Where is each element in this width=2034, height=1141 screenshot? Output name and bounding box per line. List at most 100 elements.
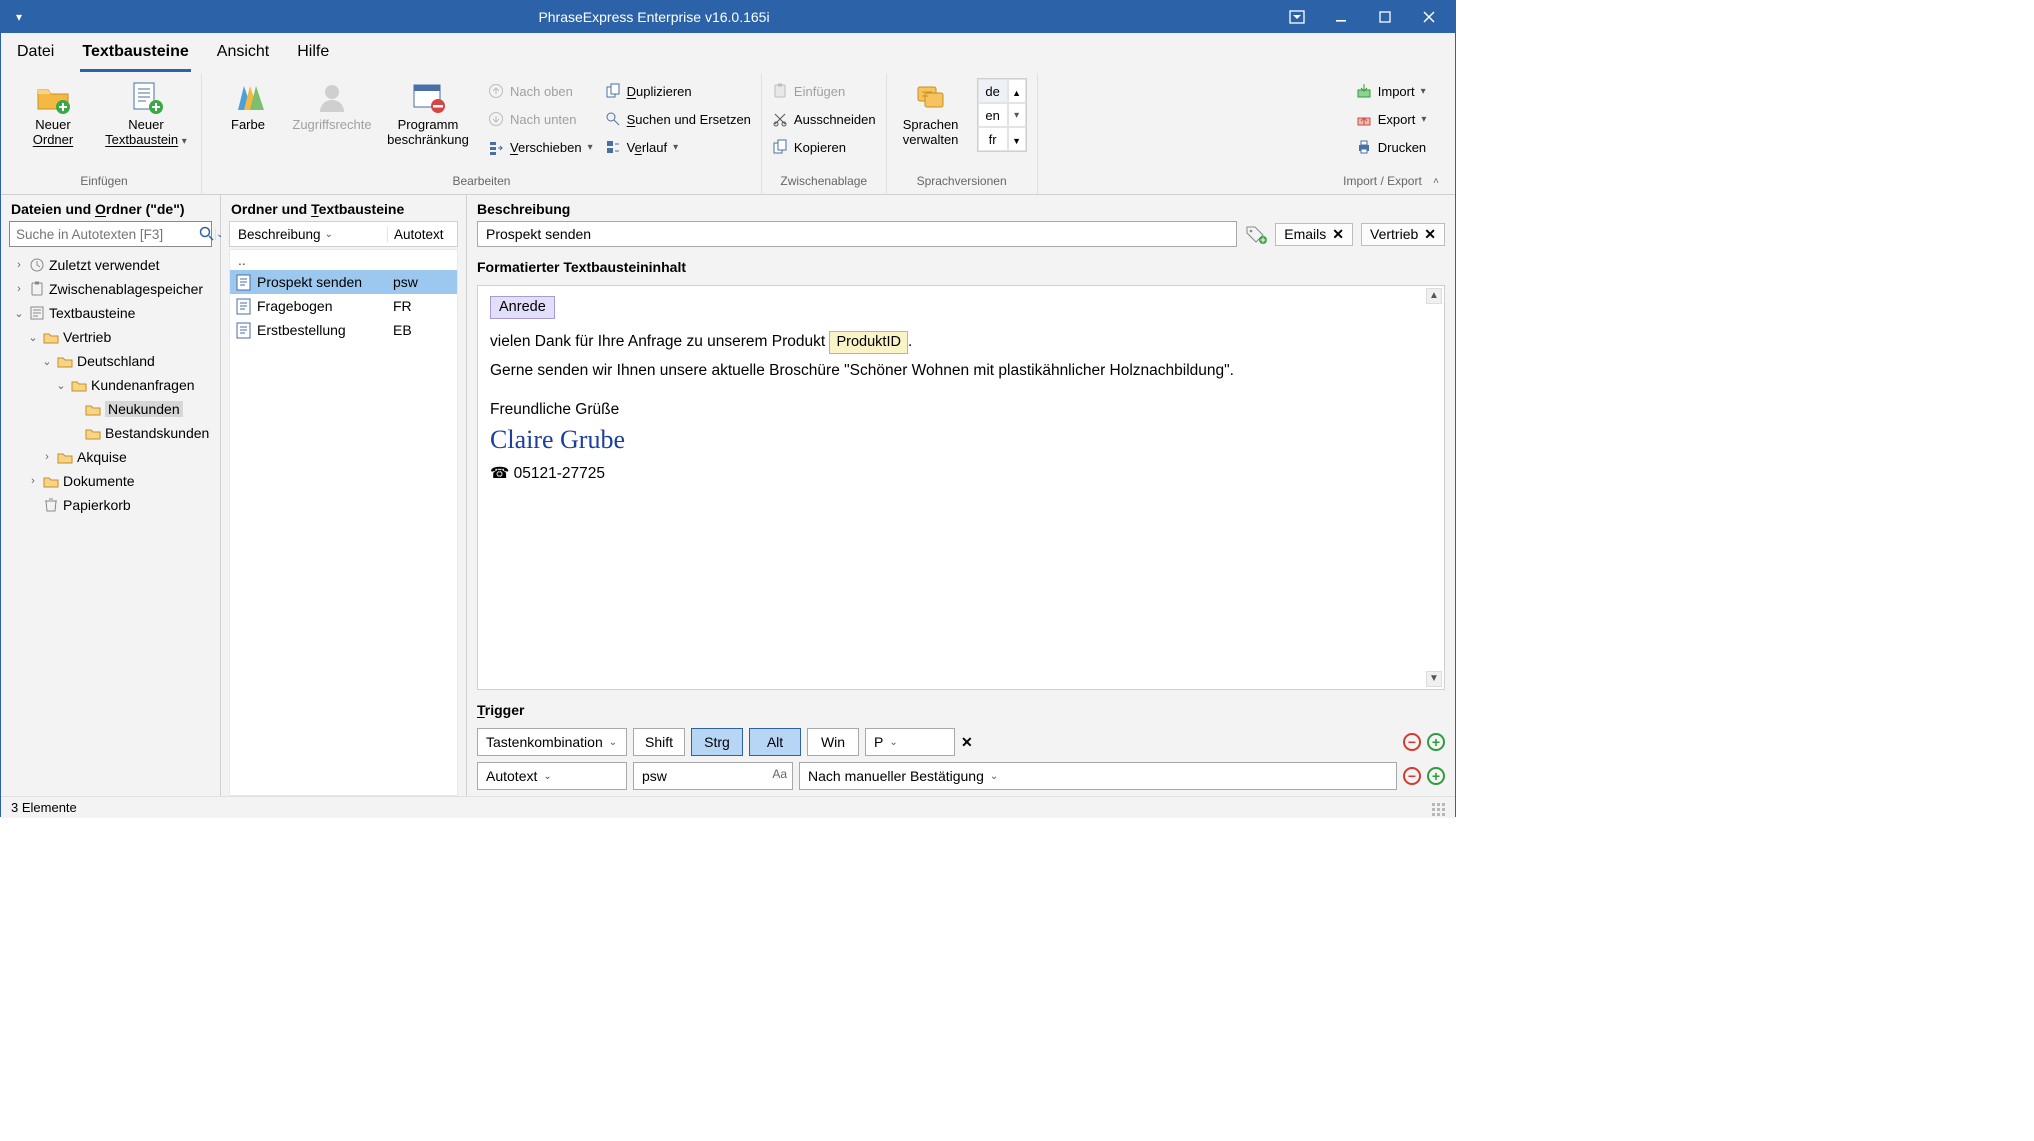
list-row-1[interactable]: Fragebogen FR xyxy=(230,294,457,318)
import-button[interactable]: Import ▾ xyxy=(1356,80,1427,102)
list-up[interactable]: .. xyxy=(230,250,457,270)
program-restriction-button[interactable]: Programmbeschränkung xyxy=(380,78,476,150)
history-button[interactable]: Verlauf ▾ xyxy=(605,136,751,158)
copy-button[interactable]: Kopieren xyxy=(772,136,876,158)
status-text: 3 Elemente xyxy=(11,800,77,815)
tree-vertrieb[interactable]: ⌄Vertrieb xyxy=(5,325,216,349)
trigger-type-combo[interactable]: Tastenkombination⌄ xyxy=(477,728,627,756)
duplicate-button[interactable]: Duplizieren xyxy=(605,80,751,102)
list-header: Beschreibung⌄ Autotext xyxy=(229,221,458,247)
case-icon[interactable]: Aa xyxy=(772,767,787,781)
access-rights-button[interactable]: Zugriffsrechte xyxy=(296,78,368,135)
cut-button[interactable]: Ausschneiden xyxy=(772,108,876,130)
manage-languages-button[interactable]: Sprachenverwalten xyxy=(897,78,965,150)
export-button[interactable]: Export ▾ xyxy=(1356,108,1427,130)
maximize-button[interactable] xyxy=(1363,1,1407,33)
left-header: Dateien und Ordner ("de") xyxy=(1,195,220,221)
language-selector: de en▾ fr xyxy=(977,78,1027,152)
tree-neukunden[interactable]: Neukunden xyxy=(5,397,216,421)
list-col-autotext[interactable]: Autotext xyxy=(387,227,457,242)
autotext-mode-combo[interactable]: Nach manueller Bestätigung⌄ xyxy=(799,762,1397,790)
hotkey-clear[interactable]: ✕ xyxy=(961,734,973,751)
hotkey-remove[interactable]: − xyxy=(1403,733,1421,751)
tree-dokumente[interactable]: ›Dokumente xyxy=(5,469,216,493)
lang-en[interactable]: en xyxy=(978,103,1008,127)
title-bar: ▾ PhraseExpress Enterprise v16.0.165i xyxy=(1,1,1455,33)
tab-datei[interactable]: Datei xyxy=(15,39,56,72)
tree-recent[interactable]: ›Zuletzt verwendet xyxy=(5,253,216,277)
compact-ribbon-button[interactable] xyxy=(1275,1,1319,33)
tree-bestandskunden[interactable]: Bestandskunden xyxy=(5,421,216,445)
lang-dn[interactable] xyxy=(1008,127,1026,151)
status-bar: 3 Elemente xyxy=(1,796,1455,818)
list-row-0[interactable]: Prospekt senden psw xyxy=(230,270,457,294)
main-area: Dateien und Ordner ("de") ⌄ ›Zuletzt ver… xyxy=(1,195,1455,796)
list-col-desc[interactable]: Beschreibung⌄ xyxy=(230,227,387,242)
key-letter-combo[interactable]: P⌄ xyxy=(865,728,955,756)
tag-vertrieb[interactable]: Vertrieb✕ xyxy=(1361,223,1445,246)
lang-de[interactable]: de xyxy=(978,79,1008,103)
phrase-list: .. Prospekt senden psw Fragebogen FR Ers… xyxy=(229,249,458,796)
desc-header: Beschreibung xyxy=(467,195,1455,221)
tab-hilfe[interactable]: Hilfe xyxy=(295,39,331,72)
tab-ansicht[interactable]: Ansicht xyxy=(215,39,271,72)
lang-dd[interactable]: ▾ xyxy=(1008,103,1026,127)
tree-textbausteine[interactable]: ⌄Textbausteine xyxy=(5,301,216,325)
editor-scroll-down[interactable]: ▼ xyxy=(1426,671,1442,687)
group-label-einfuegen: Einfügen xyxy=(80,172,127,192)
autotext-remove[interactable]: − xyxy=(1403,767,1421,785)
search-input[interactable] xyxy=(10,227,199,242)
paste-button[interactable]: Einfügen xyxy=(772,80,876,102)
search-wrap: ⌄ xyxy=(9,221,212,247)
list-row-2[interactable]: Erstbestellung EB xyxy=(230,318,457,342)
qat-dropdown[interactable]: ▾ xyxy=(5,10,33,24)
print-button[interactable]: Drucken xyxy=(1356,136,1427,158)
key-strg[interactable]: Strg xyxy=(691,728,743,756)
signature: Claire Grube xyxy=(490,421,1432,459)
content-header: Formatierter Textbausteininhalt xyxy=(477,253,1445,279)
tag-add-icon[interactable] xyxy=(1245,224,1267,244)
autotext-add[interactable]: + xyxy=(1427,767,1445,785)
minimize-button[interactable] xyxy=(1319,1,1363,33)
find-replace-button[interactable]: Suchen und Ersetzen xyxy=(605,108,751,130)
new-phrase-button[interactable]: NeuerTextbaustein ▾ xyxy=(101,78,191,150)
hotkey-add[interactable]: + xyxy=(1427,733,1445,751)
autotext-type-combo[interactable]: Autotext⌄ xyxy=(477,762,627,790)
close-button[interactable] xyxy=(1407,1,1451,33)
menu-tabs: Datei Textbausteine Ansicht Hilfe xyxy=(1,33,1455,72)
editor-scroll-up[interactable]: ▲ xyxy=(1426,288,1442,304)
tree-clipboard[interactable]: ›Zwischenablagespeicher xyxy=(5,277,216,301)
key-win[interactable]: Win xyxy=(807,728,859,756)
mid-header: Ordner und Textbausteine xyxy=(221,195,466,221)
group-label-bearbeiten: Bearbeiten xyxy=(452,172,510,192)
tag-emails[interactable]: Emails✕ xyxy=(1275,223,1353,246)
new-folder-button[interactable]: NeuerOrdner xyxy=(17,78,89,150)
tree-akquise[interactable]: ›Akquise xyxy=(5,445,216,469)
autotext-input[interactable] xyxy=(633,762,793,790)
group-label-impexp[interactable]: Import / Export ˄ xyxy=(1343,172,1439,192)
key-alt[interactable]: Alt xyxy=(749,728,801,756)
description-input[interactable] xyxy=(477,221,1237,247)
resize-grip[interactable] xyxy=(1432,803,1445,816)
tree-papierkorb[interactable]: Papierkorb xyxy=(5,493,216,517)
search-icon[interactable] xyxy=(199,226,215,242)
tree-kundenanfragen[interactable]: ⌄Kundenanfragen xyxy=(5,373,216,397)
color-button[interactable]: Farbe xyxy=(212,78,284,135)
key-shift[interactable]: Shift xyxy=(633,728,685,756)
trigger-header: Trigger xyxy=(477,696,1445,722)
placeholder-anrede[interactable]: Anrede xyxy=(490,296,555,319)
phone-icon: ☎ xyxy=(490,465,509,482)
group-label-sprachversionen: Sprachversionen xyxy=(917,172,1007,192)
ribbon: NeuerOrdner NeuerTextbaustein ▾ Einfügen… xyxy=(1,72,1455,195)
content-editor[interactable]: ▲ ▼ Anrede vielen Dank für Ihre Anfrage … xyxy=(477,285,1445,690)
placeholder-produktid[interactable]: ProduktID xyxy=(829,331,907,354)
tab-textbausteine[interactable]: Textbausteine xyxy=(80,39,190,72)
lang-up[interactable] xyxy=(1008,79,1026,103)
move-up-button[interactable]: Nach oben xyxy=(488,80,593,102)
tree-deutschland[interactable]: ⌄Deutschland xyxy=(5,349,216,373)
trigger-row-autotext: Autotext⌄ Aa Nach manueller Bestätigung⌄… xyxy=(477,762,1445,790)
move-button[interactable]: Verschieben ▾ xyxy=(488,136,593,158)
window-title: PhraseExpress Enterprise v16.0.165i xyxy=(33,9,1275,25)
move-down-button[interactable]: Nach unten xyxy=(488,108,593,130)
lang-fr[interactable]: fr xyxy=(978,127,1008,151)
